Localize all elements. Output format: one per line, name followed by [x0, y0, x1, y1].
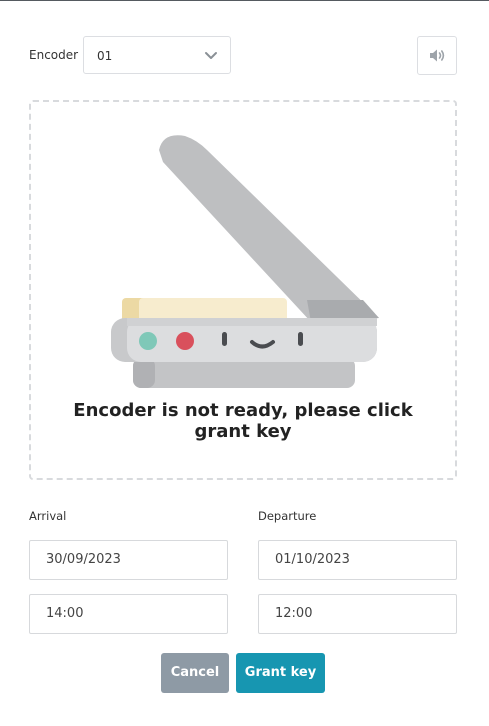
grant-key-button[interactable]: Grant key: [236, 653, 325, 693]
departure-date-input[interactable]: 01/10/2023: [258, 540, 457, 580]
top-border: [0, 0, 489, 1]
sound-button[interactable]: [417, 36, 457, 75]
speaker-icon: [430, 49, 445, 62]
departure-time-input[interactable]: 12:00: [258, 594, 457, 634]
departure-label: Departure: [258, 509, 317, 523]
arrival-time-input[interactable]: 14:00: [29, 594, 228, 634]
encoder-status-message: Encoder is not ready, please click grant…: [73, 400, 413, 442]
encoder-status-panel: Encoder is not ready, please click grant…: [29, 100, 457, 480]
scanner-icon: [111, 135, 379, 388]
encoder-select[interactable]: 01: [83, 36, 231, 74]
arrival-date-input[interactable]: 30/09/2023: [29, 540, 228, 580]
cancel-button[interactable]: Cancel: [161, 653, 229, 693]
encoder-selected-value: 01: [97, 49, 113, 63]
arrival-label: Arrival: [29, 509, 67, 523]
chevron-down-icon: [205, 52, 217, 59]
encoder-label: Encoder: [29, 48, 79, 62]
